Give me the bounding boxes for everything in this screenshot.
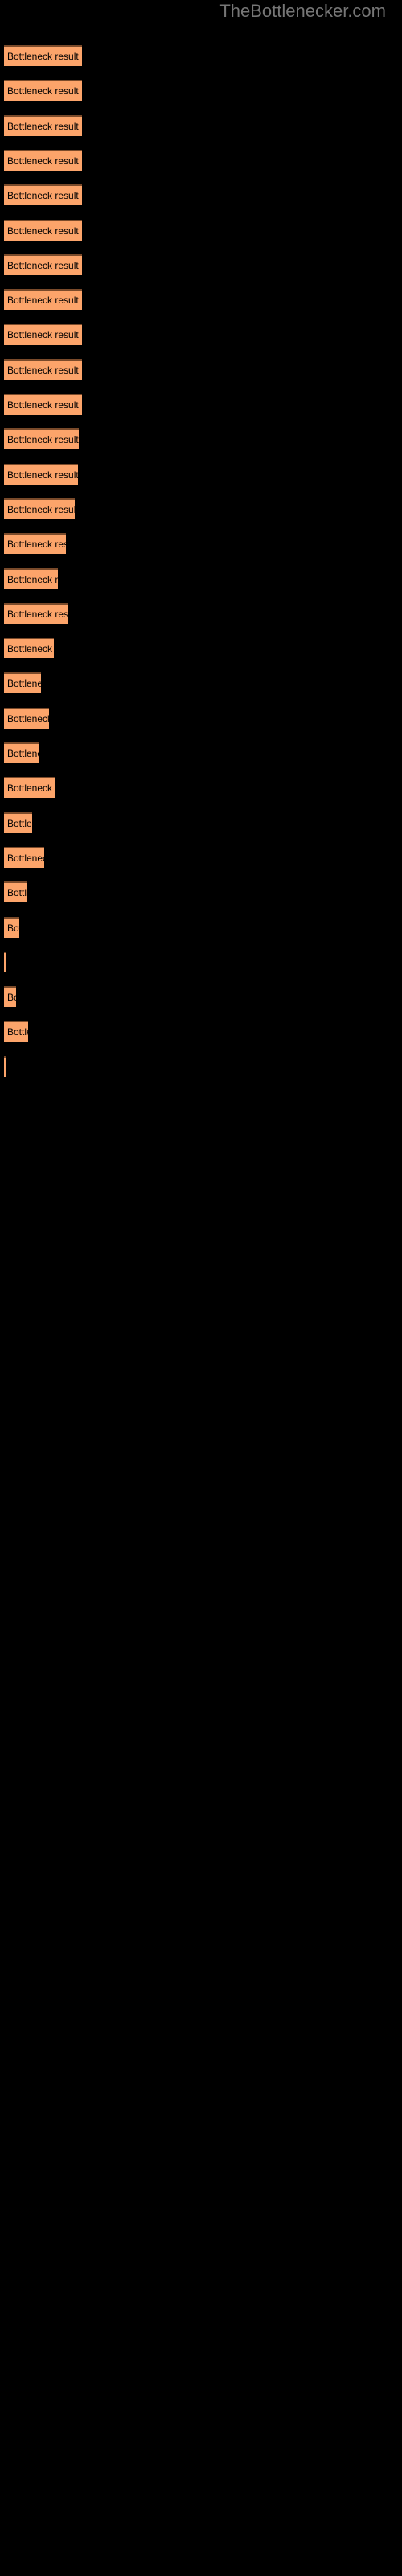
bar-row: Bottleneck result (0, 533, 402, 555)
bar-label: Bottleneck result (7, 887, 27, 899)
bar-17[interactable]: Bottleneck result (4, 602, 68, 624)
bar-5[interactable]: Bottleneck result (4, 184, 82, 206)
bar-label: Bottleneck result (7, 469, 78, 481)
bar-2[interactable]: Bottleneck result (4, 80, 82, 101)
bar-18[interactable]: Bottleneck result (4, 638, 54, 659)
bar-label: Bottleneck result (7, 643, 54, 655)
bar-label: Bottleneck result (7, 225, 79, 237)
bar-row: Bottleneck result (0, 149, 402, 171)
bar-11[interactable]: Bottleneck result (4, 394, 82, 415)
bar-row: Bottleneck result (0, 1021, 402, 1042)
bar-19[interactable]: Bottleneck result (4, 672, 41, 694)
bar-21[interactable]: Bottleneck result (4, 742, 39, 763)
bar-label: Bottleneck result (7, 155, 79, 167)
bar-label: Bottleneck result (7, 190, 79, 202)
bar-row: Bottleneck result (0, 707, 402, 729)
bar-label: Bottleneck result (7, 573, 58, 585)
bar-label: Bottleneck result (7, 922, 19, 934)
bar-7[interactable]: Bottleneck result (4, 254, 82, 275)
bar-26[interactable]: Bottleneck result (4, 916, 19, 938)
bar-29[interactable]: Bottleneck result (4, 1021, 28, 1042)
bar-10[interactable]: Bottleneck result (4, 358, 82, 380)
bar-label: Bottleneck result (7, 782, 55, 795)
bar-row: Bottleneck result (0, 777, 402, 799)
bar-1[interactable]: Bottleneck result (4, 45, 82, 66)
bar-label: Bottleneck result (7, 295, 79, 307)
bar-label: Bottleneck result (7, 817, 32, 829)
bar-label: Bottleneck result (7, 712, 49, 724)
bar-row: Bottleneck result (0, 672, 402, 694)
bar-12[interactable]: Bottleneck result (4, 428, 79, 450)
bar-label: Bottleneck result (7, 748, 39, 759)
bar-3[interactable]: Bottleneck result (4, 114, 82, 136)
bar-8[interactable]: Bottleneck result (4, 289, 82, 311)
bar-label: Bottleneck result (7, 539, 66, 551)
bar-9[interactable]: Bottleneck result (4, 324, 82, 345)
bar-row: Bottleneck result (0, 1055, 402, 1077)
bar-label: Bottleneck result (7, 434, 79, 446)
bar-row: Bottleneck result (0, 916, 402, 938)
bar-row: Bottleneck result (0, 846, 402, 868)
bar-label: Bottleneck result (7, 992, 16, 1004)
bar-14[interactable]: Bottleneck result (4, 497, 75, 519)
bar-row: Bottleneck result (0, 463, 402, 485)
bar-label: Bottleneck result (7, 329, 79, 341)
bar-row: Bottleneck result (0, 184, 402, 206)
bar-row: Bottleneck result (0, 638, 402, 659)
bar-label: Bottleneck result (7, 503, 75, 515)
bar-22[interactable]: Bottleneck result (4, 777, 55, 799)
bar-row: Bottleneck result (0, 951, 402, 972)
bar-label: Bottleneck result (7, 259, 79, 271)
bar-label: Bottleneck result (7, 364, 79, 376)
bar-label: Bottleneck result (7, 678, 41, 690)
bar-16[interactable]: Bottleneck result (4, 568, 58, 589)
bar-row: Bottleneck result (0, 219, 402, 241)
bar-30[interactable]: Bottleneck result (4, 1055, 6, 1077)
bar-6[interactable]: Bottleneck result (4, 219, 82, 241)
bar-row: Bottleneck result (0, 986, 402, 1008)
bar-row: Bottleneck result (0, 602, 402, 624)
bar-24[interactable]: Bottleneck result (4, 846, 44, 868)
bar-27[interactable]: Bottleneck result (4, 951, 6, 972)
bar-row: Bottleneck result (0, 358, 402, 380)
bar-row: Bottleneck result (0, 568, 402, 589)
bar-row: Bottleneck result (0, 428, 402, 450)
bar-row: Bottleneck result (0, 394, 402, 415)
bar-4[interactable]: Bottleneck result (4, 149, 82, 171)
bar-13[interactable]: Bottleneck result (4, 463, 78, 485)
bar-row: Bottleneck result (0, 811, 402, 833)
bar-row: Bottleneck result (0, 114, 402, 136)
bar-label: Bottleneck result (7, 120, 79, 132)
bar-label: Bottleneck result (7, 608, 68, 620)
bar-20[interactable]: Bottleneck result (4, 707, 49, 729)
bar-label: Bottleneck result (7, 51, 79, 62)
bar-15[interactable]: Bottleneck result (4, 533, 66, 555)
bar-label: Bottleneck result (7, 399, 79, 411)
bar-row: Bottleneck result (0, 45, 402, 66)
bar-25[interactable]: Bottleneck result (4, 881, 27, 903)
bar-row: Bottleneck result (0, 254, 402, 275)
bar-label: Bottleneck result (7, 1026, 28, 1038)
bar-row: Bottleneck result (0, 497, 402, 519)
bar-row: Bottleneck result (0, 80, 402, 101)
bar-28[interactable]: Bottleneck result (4, 986, 16, 1008)
bar-row: Bottleneck result (0, 742, 402, 763)
bar-label: Bottleneck result (7, 85, 79, 97)
bar-series: Bottleneck result Bottleneck result Bottle… (0, 0, 402, 2576)
bar-row: Bottleneck result (0, 289, 402, 311)
bar-23[interactable]: Bottleneck result (4, 811, 32, 833)
bottleneck-bar-chart: TheBottlenecker.com Bottleneck result Bot… (0, 0, 402, 2576)
bar-row: Bottleneck result (0, 881, 402, 903)
bar-label: Bottleneck result (7, 852, 44, 864)
bar-row: Bottleneck result (0, 324, 402, 345)
